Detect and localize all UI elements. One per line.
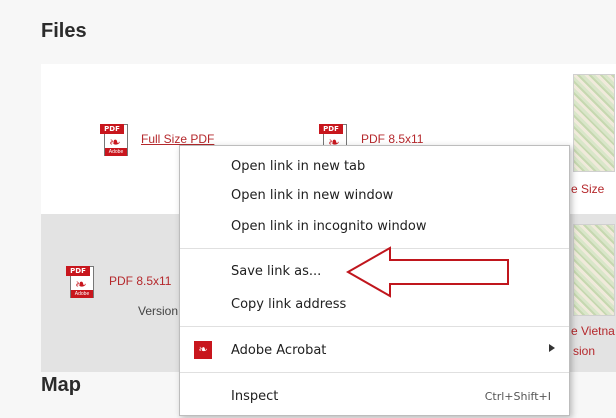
pdf-file-icon[interactable]: PDF ❧ Adobe [100, 122, 132, 158]
menu-item-label: Open link in new window [231, 188, 394, 203]
submenu-arrow-icon [549, 344, 555, 352]
menu-item-adobe-acrobat[interactable]: ❧ Adobe Acrobat [180, 338, 569, 362]
vietnam-map-link[interactable]: e Vietna [571, 324, 615, 338]
menu-item-label: Copy link address [231, 297, 347, 312]
map-thumbnail[interactable] [573, 74, 615, 172]
map-thumbnail[interactable] [573, 224, 615, 316]
menu-item-label: Adobe Acrobat [231, 343, 327, 358]
pdf-8-5x11-link[interactable]: PDF 8.5x11 [361, 132, 423, 146]
vietnam-version-link[interactable]: sion [573, 344, 595, 358]
acrobat-swirl-icon: ❧ [75, 276, 87, 292]
adobe-label: Adobe [71, 290, 93, 298]
full-size-map-link[interactable]: e Size [571, 182, 604, 196]
menu-separator [180, 326, 569, 327]
menu-item-label: Open link in incognito window [231, 219, 427, 234]
menu-item-inspect[interactable]: Inspect Ctrl+Shift+I [180, 384, 569, 408]
pdf-8-5x11-version-link[interactable]: PDF 8.5x11 [109, 274, 171, 288]
menu-item-label: Inspect [231, 389, 279, 404]
menu-separator [180, 372, 569, 373]
acrobat-swirl-icon: ❧ [109, 134, 121, 150]
annotation-arrow-icon [345, 246, 509, 298]
pdf-tag: PDF [66, 266, 90, 276]
menu-item-label: Save link as... [231, 264, 322, 279]
inspect-shortcut: Ctrl+Shift+I [484, 390, 551, 403]
menu-item-open-new-tab[interactable]: Open link in new tab [180, 154, 569, 178]
pdf-file-icon[interactable]: PDF ❧ Adobe [66, 264, 98, 300]
adobe-acrobat-icon: ❧ [194, 341, 212, 359]
full-size-pdf-link[interactable]: Full Size PDF [141, 132, 214, 146]
map-heading: Map [41, 374, 81, 396]
files-heading: Files [41, 20, 87, 42]
menu-item-open-new-window[interactable]: Open link in new window [180, 183, 569, 207]
adobe-label: Adobe [105, 148, 127, 156]
menu-item-label: Open link in new tab [231, 159, 366, 174]
pdf-tag: PDF [100, 124, 124, 134]
version-label: Version [138, 304, 179, 318]
pdf-tag: PDF [319, 124, 343, 134]
menu-item-open-incognito[interactable]: Open link in incognito window [180, 214, 569, 238]
